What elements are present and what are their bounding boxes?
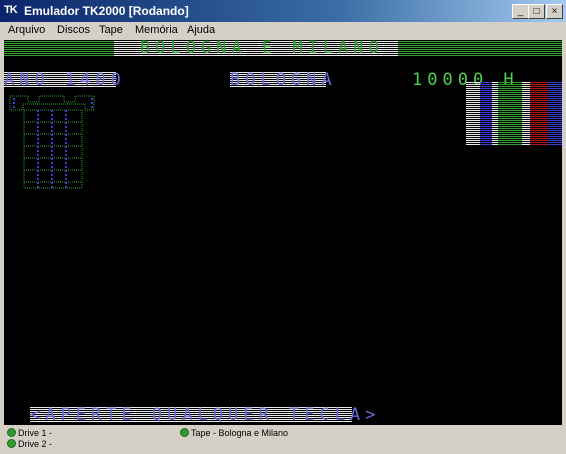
stripe-blue-2 bbox=[548, 82, 562, 146]
minimize-button[interactable]: _ bbox=[512, 4, 529, 19]
app-icon: TK bbox=[4, 4, 18, 16]
menu-arquivo[interactable]: Arquivo bbox=[8, 24, 45, 36]
maximize-button[interactable]: □ bbox=[528, 4, 545, 19]
title-band-left bbox=[4, 41, 114, 56]
tape-status: Tape - Bologna e Milano bbox=[180, 428, 288, 438]
menu-bar: Arquivo Discos Tape Memória Ajuda bbox=[0, 22, 566, 40]
menu-memoria[interactable]: Memória bbox=[135, 24, 178, 36]
tape-led-icon bbox=[180, 428, 189, 437]
window-title: Emulador TK2000 [Rodando] bbox=[24, 4, 189, 18]
menu-discos[interactable]: Discos bbox=[57, 24, 90, 36]
status-bar: Drive 1 - Drive 2 - Tape - Bologna e Mil… bbox=[0, 426, 566, 454]
title-band-right bbox=[398, 41, 562, 56]
stripe-red bbox=[530, 82, 548, 146]
stripe-blue bbox=[480, 82, 492, 146]
stripe-green bbox=[498, 82, 522, 146]
menu-tape[interactable]: Tape bbox=[99, 24, 123, 36]
drive1-led-icon bbox=[7, 428, 16, 437]
menu-ajuda[interactable]: Ajuda bbox=[187, 24, 215, 36]
drive1-label: Drive 1 - bbox=[18, 428, 53, 438]
tower-graphic bbox=[9, 95, 95, 189]
press-any-key-prompt: <APERTE QUALQUER TECLA> bbox=[30, 405, 381, 425]
drive2-led-icon bbox=[7, 439, 16, 448]
emulator-screen[interactable]: BOLOGNA E MILANO ANO 1400 BOLOGNA 10000 … bbox=[4, 40, 562, 425]
game-title: BOLOGNA E MILANO bbox=[140, 40, 384, 58]
city-name: BOLOGNA bbox=[230, 70, 337, 90]
title-bar[interactable]: TK Emulador TK2000 [Rodando] _ □ × bbox=[0, 0, 566, 22]
close-button[interactable]: × bbox=[546, 4, 563, 19]
drive1-status: Drive 1 - bbox=[7, 428, 52, 438]
stripe-white-3 bbox=[522, 82, 530, 146]
stripe-white bbox=[466, 82, 480, 146]
tape-label: Tape - Bologna e Milano bbox=[191, 428, 289, 438]
drive2-label: Drive 2 - bbox=[18, 439, 53, 449]
year-label: ANO 1400 bbox=[4, 70, 126, 90]
drive2-status: Drive 2 - bbox=[7, 439, 52, 449]
emulator-window: TK Emulador TK2000 [Rodando] _ □ × Arqui… bbox=[0, 0, 566, 454]
